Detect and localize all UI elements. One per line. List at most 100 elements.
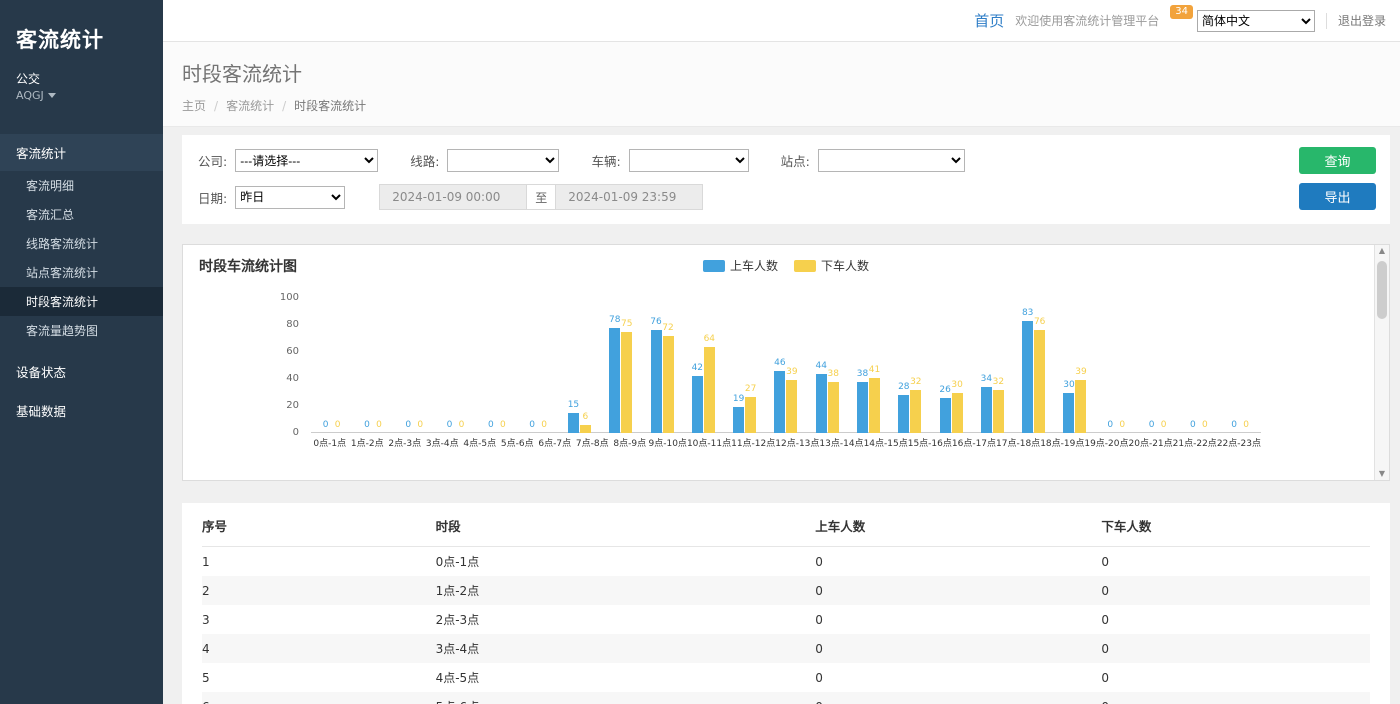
filter-row-date: 日期: 昨日 2024-01-09 00:00 至 2024-01-09 23:… <box>198 184 1374 210</box>
table-header-cell: 上车人数 <box>815 503 1101 547</box>
line-filter: 线路: <box>410 149 559 172</box>
bar-value-label: 39 <box>786 367 797 377</box>
company-filter: 公司: ---请选择--- <box>198 149 378 172</box>
table-cell: 5点-6点 <box>436 692 816 704</box>
table-cell: 0 <box>815 605 1101 634</box>
table-row: 10点-1点00 <box>202 547 1370 577</box>
sidebar-item[interactable]: 站点客流统计 <box>0 258 163 287</box>
x-axis-label: 21点-22点 <box>1173 436 1217 449</box>
breadcrumb-item[interactable]: 主页 <box>182 97 206 114</box>
sidebar-item[interactable]: 时段客流统计 <box>0 287 163 316</box>
table-cell: 6 <box>202 692 436 704</box>
scroll-up-icon[interactable]: ▲ <box>1379 246 1385 256</box>
sidebar-item[interactable]: 客流统计 <box>0 134 163 171</box>
chart-bar-group: 156 <box>559 298 600 433</box>
bar-value-label: 0 <box>1190 420 1196 430</box>
bar-value-label: 78 <box>609 315 620 325</box>
bar-value-label: 0 <box>500 420 506 430</box>
table-cell: 0 <box>815 576 1101 605</box>
company-select[interactable]: ---请选择--- <box>235 149 378 172</box>
welcome-text: 欢迎使用客流统计管理平台 <box>1015 12 1159 29</box>
y-tick-label: 80 <box>286 319 299 330</box>
legend-swatch-icon <box>703 260 725 272</box>
sidebar-item[interactable]: 基础数据 <box>0 392 163 429</box>
sidebar-item[interactable]: 客流汇总 <box>0 200 163 229</box>
chart-bar: 28 <box>898 395 909 433</box>
chart-bar: 75 <box>621 332 632 433</box>
home-link[interactable]: 首页 <box>974 10 1004 31</box>
chart-bar: 30 <box>952 393 963 434</box>
station-select[interactable] <box>818 149 965 172</box>
x-axis-label: 16点-17点 <box>952 436 996 449</box>
table-header-cell: 序号 <box>202 503 436 547</box>
sidebar-item[interactable]: 客流量趋势图 <box>0 316 163 345</box>
date-preset-select[interactable]: 昨日 <box>235 186 345 209</box>
bar-value-label: 0 <box>1119 420 1125 430</box>
sidebar-item[interactable]: 线路客流统计 <box>0 229 163 258</box>
bar-value-label: 38 <box>827 369 838 379</box>
chart-bar-group: 00 <box>476 298 517 433</box>
app-root: 客流统计 公交 AQGJ 客流统计客流明细客流汇总线路客流统计站点客流统计时段客… <box>0 0 1400 704</box>
station-filter: 站点: <box>781 149 965 172</box>
date-from-input[interactable]: 2024-01-09 00:00 <box>379 184 527 210</box>
x-axis-label: 18点-19点 <box>1040 436 1084 449</box>
table-row: 54点-5点00 <box>202 663 1370 692</box>
date-range: 2024-01-09 00:00 至 2024-01-09 23:59 <box>379 184 703 210</box>
sidebar-item[interactable]: 客流明细 <box>0 171 163 200</box>
scroll-thumb[interactable] <box>1377 261 1387 319</box>
table-cell: 1点-2点 <box>436 576 816 605</box>
line-select[interactable] <box>447 149 559 172</box>
sidebar-item[interactable]: 设备状态 <box>0 353 163 390</box>
date-to-input[interactable]: 2024-01-09 23:59 <box>555 184 703 210</box>
x-axis-label: 15点-16点 <box>908 436 952 449</box>
bar-value-label: 0 <box>1149 420 1155 430</box>
org-name: 公交 <box>0 70 163 89</box>
data-table-card: 序号时段上车人数下车人数 10点-1点0021点-2点0032点-3点0043点… <box>182 503 1390 704</box>
x-axis-label: 12点-13点 <box>775 436 819 449</box>
table-header-cell: 时段 <box>436 503 816 547</box>
table-cell: 2 <box>202 576 436 605</box>
vehicle-filter: 车辆: <box>591 149 748 172</box>
breadcrumb-item[interactable]: 客流统计 <box>226 97 274 114</box>
chart-bar: 38 <box>857 382 868 433</box>
chart-plot: 020406080100 000000000000156787576724264… <box>311 298 1261 449</box>
chart-bar: 44 <box>816 374 827 433</box>
org-code-label: AQGJ <box>16 89 44 102</box>
table-cell: 0 <box>815 547 1101 577</box>
chart-bar-group: 3039 <box>1054 298 1095 433</box>
chart-bar: 76 <box>651 330 662 433</box>
y-tick-label: 100 <box>280 292 299 303</box>
language-select[interactable]: 简体中文 <box>1197 10 1315 32</box>
notification-badge[interactable]: 34 <box>1170 5 1193 19</box>
scroll-down-icon[interactable]: ▼ <box>1379 469 1385 479</box>
chart-bar-group: 00 <box>1096 298 1137 433</box>
bar-value-label: 0 <box>488 420 494 430</box>
table-cell: 2点-3点 <box>436 605 816 634</box>
bar-value-label: 72 <box>662 323 673 333</box>
chart-scrollbar[interactable]: ▲ ▼ <box>1374 245 1389 480</box>
vehicle-select[interactable] <box>629 149 749 172</box>
chart-bar-group: 1927 <box>724 298 765 433</box>
bar-value-label: 0 <box>335 420 341 430</box>
export-button[interactable]: 导出 <box>1299 183 1376 210</box>
legend-item[interactable]: 上车人数 <box>703 257 778 274</box>
table-cell: 0 <box>815 692 1101 704</box>
table-cell: 0 <box>1101 692 1370 704</box>
filter-panel: 公司: ---请选择--- 线路: 车辆: 站点: <box>182 135 1390 224</box>
logout-link[interactable]: 退出登录 <box>1338 12 1386 29</box>
org-selector[interactable]: AQGJ <box>0 89 163 116</box>
sidebar-nav: 客流统计客流明细客流汇总线路客流统计站点客流统计时段客流统计客流量趋势图设备状态… <box>0 134 163 429</box>
table-row: 21点-2点00 <box>202 576 1370 605</box>
bar-value-label: 30 <box>1063 380 1074 390</box>
bar-value-label: 0 <box>1243 420 1249 430</box>
query-button[interactable]: 查询 <box>1299 147 1376 174</box>
chart-bar-group: 2832 <box>889 298 930 433</box>
legend-item[interactable]: 下车人数 <box>794 257 869 274</box>
breadcrumb-separator: / <box>282 99 286 113</box>
vehicle-label: 车辆: <box>591 151 620 170</box>
date-label: 日期: <box>198 188 227 207</box>
bar-value-label: 19 <box>733 394 744 404</box>
station-label: 站点: <box>781 151 810 170</box>
breadcrumb-item[interactable]: 时段客流统计 <box>294 97 366 114</box>
chart-bar: 39 <box>786 380 797 433</box>
